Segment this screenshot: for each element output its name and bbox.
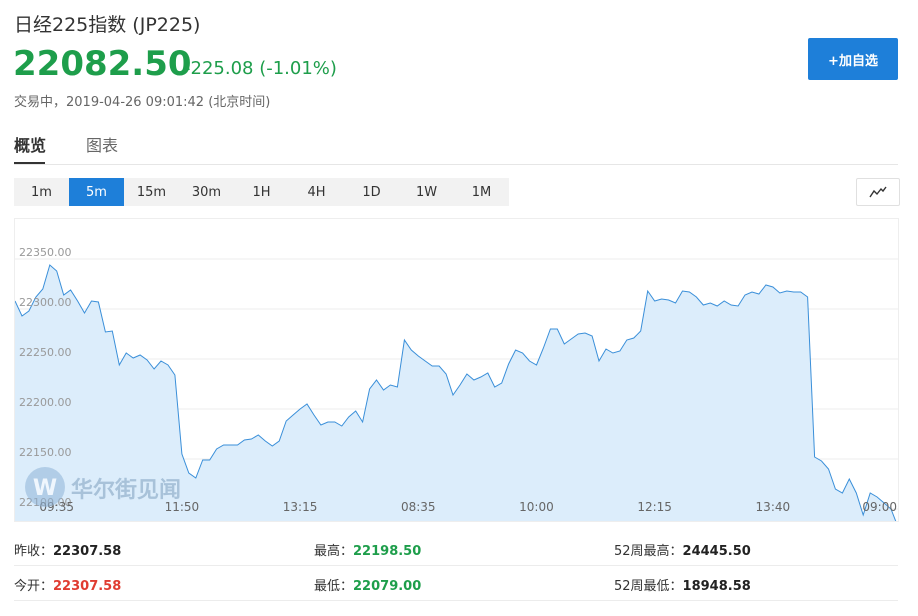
stat-52w-low: 52周最低：18948.58 <box>614 575 751 594</box>
tab-overview[interactable]: 概览 <box>14 132 46 156</box>
trading-status: 交易中，2019-04-26 09:01:42 (北京时间) <box>14 95 271 110</box>
y-tick-label: 22250.00 <box>19 346 72 359</box>
stat-low-label: 最低： <box>314 579 354 594</box>
interval-1w[interactable]: 1W <box>399 178 454 206</box>
price-change: -225.08 (-1.01%) <box>184 58 337 79</box>
y-tick-label: 22150.00 <box>19 446 72 459</box>
interval-1m[interactable]: 1m <box>14 178 69 206</box>
tab-chart[interactable]: 图表 <box>86 132 118 156</box>
active-tab-indicator <box>14 162 45 164</box>
y-tick-label: 22300.00 <box>19 296 72 309</box>
interval-4h[interactable]: 4H <box>289 178 344 206</box>
x-tick-label: 13:40 <box>756 500 791 514</box>
stat-open-label: 今开： <box>14 579 54 594</box>
interval-1mo[interactable]: 1M <box>454 178 509 206</box>
interval-30m[interactable]: 30m <box>179 178 234 206</box>
line-chart-icon <box>869 186 887 198</box>
stat-low: 最低：22079.00 <box>314 575 421 594</box>
stat-open: 今开：22307.58 <box>14 575 121 594</box>
page-title: 日经225指数 (JP225) <box>14 14 201 36</box>
stat-52w-high-label: 52周最高： <box>614 544 683 559</box>
x-tick-label: 08:35 <box>401 500 436 514</box>
stat-52w-high-value: 24445.50 <box>682 544 751 559</box>
stat-52w-low-label: 52周最低： <box>614 579 683 594</box>
current-price: 22082.50 <box>13 44 192 84</box>
price-chart: 22100.0022150.0022200.0022250.0022300.00… <box>14 218 899 528</box>
stat-low-value: 22079.00 <box>353 579 422 594</box>
watermark-logo-icon: W <box>33 476 57 501</box>
stats-row: 昨收：22307.58 最高：22198.50 52周最高：24445.50 <box>14 530 898 566</box>
stat-prev-close-label: 昨收： <box>14 544 54 559</box>
x-tick-label: 09:00 <box>862 500 897 514</box>
watermark-text: 华尔街见闻 <box>71 477 181 503</box>
stats-row: 今开：22307.58 最低：22079.00 52周最低：18948.58 <box>14 565 898 601</box>
x-tick-label: 13:15 <box>283 500 318 514</box>
add-watchlist-button[interactable]: +加自选 <box>808 38 898 80</box>
y-tick-label: 22200.00 <box>19 396 72 409</box>
interval-selector: 1m 5m 15m 30m 1H 4H 1D 1W 1M <box>14 178 509 206</box>
interval-1d[interactable]: 1D <box>344 178 399 206</box>
price-chart-svg: 22100.0022150.0022200.0022250.0022300.00… <box>14 246 899 528</box>
stat-prev-close: 昨收：22307.58 <box>14 540 121 559</box>
interval-15m[interactable]: 15m <box>124 178 179 206</box>
x-tick-label: 12:15 <box>637 500 672 514</box>
stat-high-label: 最高： <box>314 544 354 559</box>
interval-1h[interactable]: 1H <box>234 178 289 206</box>
stat-prev-close-value: 22307.58 <box>53 544 122 559</box>
stat-52w-low-value: 18948.58 <box>682 579 751 594</box>
stat-open-value: 22307.58 <box>53 579 122 594</box>
stat-high-value: 22198.50 <box>353 544 422 559</box>
stat-high: 最高：22198.50 <box>314 540 421 559</box>
y-tick-label: 22350.00 <box>19 246 72 259</box>
x-tick-label: 10:00 <box>519 500 554 514</box>
chart-type-button[interactable] <box>856 178 900 206</box>
tab-bar: 概览 图表 <box>14 118 898 165</box>
stat-52w-high: 52周最高：24445.50 <box>614 540 751 559</box>
interval-5m[interactable]: 5m <box>69 178 124 206</box>
